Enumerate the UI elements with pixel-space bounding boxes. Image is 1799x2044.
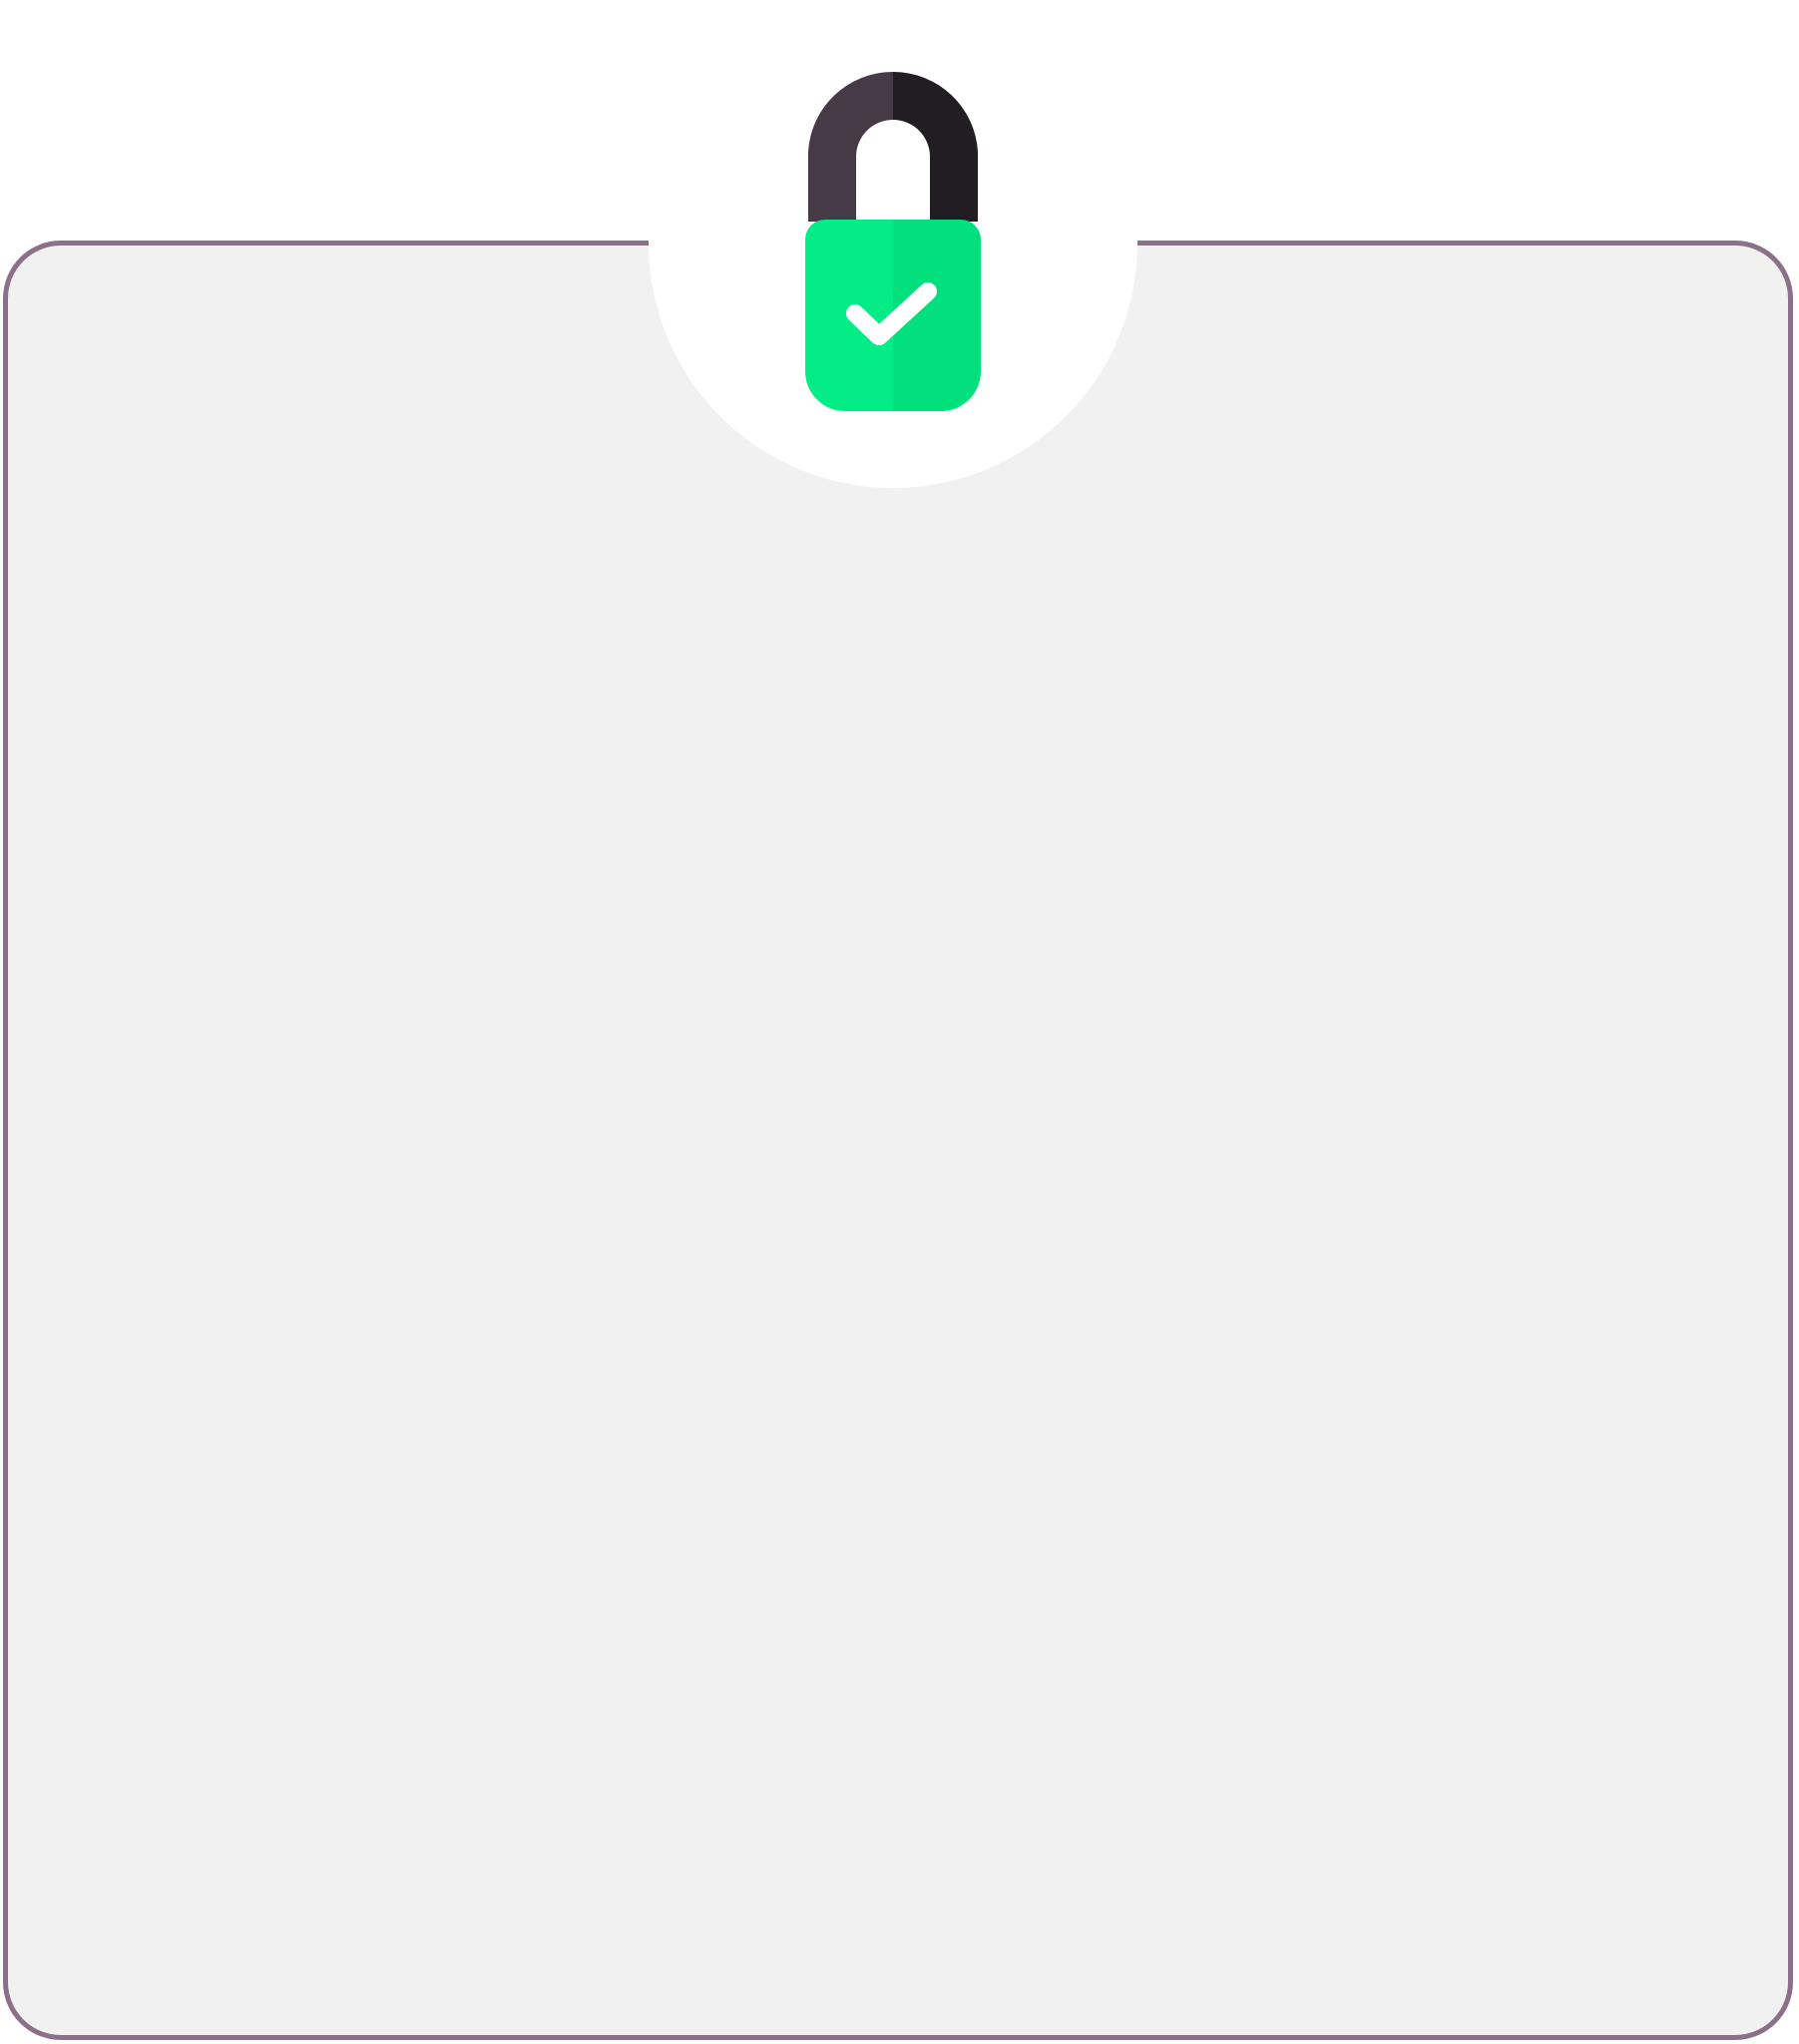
lock-check-icon	[805, 72, 981, 411]
content-panel	[3, 241, 1793, 2040]
secure-card	[0, 0, 1799, 2044]
